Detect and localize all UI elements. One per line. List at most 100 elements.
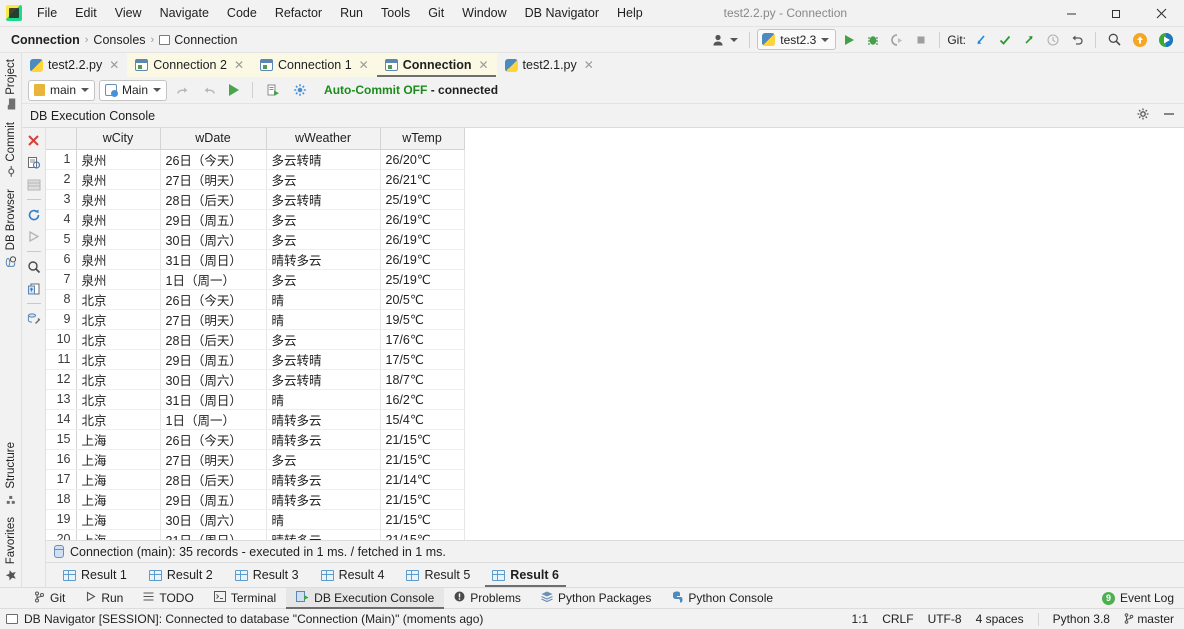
cell-wdate[interactable]: 26日（今天） bbox=[160, 149, 267, 170]
cell-wweather[interactable]: 多云 bbox=[266, 169, 381, 190]
table-row[interactable]: 16 上海 27日（明天） 多云 21/15℃ bbox=[46, 449, 465, 470]
tab-test2-2-py[interactable]: test2.2.py ✕ bbox=[22, 53, 127, 77]
table-row[interactable]: 1 泉州 26日（今天） 多云转晴 26/20℃ bbox=[46, 149, 465, 170]
cell-wweather[interactable]: 晴 bbox=[266, 309, 381, 330]
cell-wweather[interactable]: 多云 bbox=[266, 449, 381, 470]
push-icon[interactable] bbox=[1018, 29, 1040, 51]
cell-wdate[interactable]: 30日（周六） bbox=[160, 509, 267, 530]
search-everywhere-icon[interactable] bbox=[1103, 29, 1126, 51]
cell-wweather[interactable]: 晴 bbox=[266, 389, 381, 410]
line-separator[interactable]: CRLF bbox=[882, 612, 913, 626]
cell-wcity[interactable]: 泉州 bbox=[76, 169, 161, 190]
table-row[interactable]: 3 泉州 28日（后天） 多云转晴 25/19℃ bbox=[46, 189, 465, 210]
cell-wcity[interactable]: 北京 bbox=[76, 409, 161, 430]
table-row[interactable]: 11 北京 29日（周五） 多云转晴 17/5℃ bbox=[46, 349, 465, 370]
cell-wtemp[interactable]: 26/19℃ bbox=[380, 229, 465, 250]
breadcrumb-connection[interactable]: Connection bbox=[8, 33, 83, 47]
table-row[interactable]: 10 北京 28日（后天） 多云 17/6℃ bbox=[46, 329, 465, 350]
cell-wtemp[interactable]: 25/19℃ bbox=[380, 189, 465, 210]
sidebar-item-favorites[interactable]: Favorites bbox=[5, 511, 17, 587]
view-record-icon[interactable] bbox=[24, 153, 44, 172]
cell-wdate[interactable]: 31日（周日） bbox=[160, 529, 267, 540]
table-view-icon[interactable] bbox=[24, 175, 44, 194]
tab-connection[interactable]: Connection ✕ bbox=[376, 53, 497, 77]
tab-test2-1-py[interactable]: test2.1.py ✕ bbox=[497, 53, 602, 77]
session-selector[interactable]: Main bbox=[99, 79, 168, 101]
tab-close-icon[interactable]: ✕ bbox=[234, 58, 244, 72]
cell-wweather[interactable]: 多云 bbox=[266, 209, 381, 230]
cell-wtemp[interactable]: 26/19℃ bbox=[380, 209, 465, 230]
cell-wweather[interactable]: 晴转多云 bbox=[266, 489, 381, 510]
tab-close-icon[interactable]: ✕ bbox=[109, 58, 119, 72]
table-row[interactable]: 19 上海 30日（周六）晴 21/15℃ bbox=[46, 509, 465, 530]
cell-wcity[interactable]: 上海 bbox=[76, 429, 161, 450]
export-data-icon[interactable] bbox=[24, 279, 44, 298]
execute-statement-icon[interactable] bbox=[225, 79, 243, 101]
gear-icon[interactable] bbox=[1136, 107, 1150, 124]
cell-wcity[interactable]: 泉州 bbox=[76, 209, 161, 230]
tool-window-python-packages[interactable]: Python Packages bbox=[531, 588, 661, 609]
cell-wtemp[interactable]: 17/5℃ bbox=[380, 349, 465, 370]
run-icon[interactable] bbox=[838, 29, 860, 51]
cell-wweather[interactable]: 多云 bbox=[266, 229, 381, 250]
cell-wtemp[interactable]: 21/15℃ bbox=[380, 489, 465, 510]
update-project-icon[interactable] bbox=[970, 29, 992, 51]
result-tab-3[interactable]: Result 3 bbox=[224, 563, 310, 587]
cell-wdate[interactable]: 26日（今天） bbox=[160, 289, 267, 310]
python-interpreter[interactable]: Python 3.8 bbox=[1053, 612, 1110, 626]
history-icon[interactable] bbox=[1042, 29, 1064, 51]
cell-wweather[interactable]: 晴 bbox=[266, 509, 381, 530]
result-grid-scroll[interactable]: wCity wDate wWeather wTemp 1 泉州 26日（今天） 多云转… bbox=[46, 128, 1184, 540]
cell-wweather[interactable]: 多云转晴 bbox=[266, 349, 381, 370]
cell-wweather[interactable]: 晴转多云 bbox=[266, 409, 381, 430]
file-encoding[interactable]: UTF-8 bbox=[928, 612, 962, 626]
cell-wcity[interactable]: 泉州 bbox=[76, 149, 161, 170]
cell-wtemp[interactable]: 15/4℃ bbox=[380, 409, 465, 430]
cell-wdate[interactable]: 29日（周五） bbox=[160, 349, 267, 370]
cell-wdate[interactable]: 28日（后天） bbox=[160, 469, 267, 490]
cell-wdate[interactable]: 1日（周一） bbox=[160, 269, 267, 290]
cell-wcity[interactable]: 北京 bbox=[76, 389, 161, 410]
cell-wtemp[interactable]: 17/6℃ bbox=[380, 329, 465, 350]
table-row[interactable]: 13 北京 31日（周日）晴 16/2℃ bbox=[46, 389, 465, 410]
event-log-button[interactable]: 9 Event Log bbox=[1101, 591, 1184, 605]
settings-icon[interactable] bbox=[289, 79, 312, 101]
tool-window-todo[interactable]: TODO bbox=[133, 588, 203, 609]
cell-wcity[interactable]: 上海 bbox=[76, 489, 161, 510]
cell-wdate[interactable]: 29日（周五） bbox=[160, 209, 267, 230]
minimize-icon[interactable] bbox=[1162, 107, 1176, 124]
tool-window-terminal[interactable]: Terminal bbox=[204, 588, 286, 609]
cell-wweather[interactable]: 多云转晴 bbox=[266, 369, 381, 390]
status-message[interactable]: DB Navigator [SESSION]: Connected to dat… bbox=[6, 612, 483, 626]
maximize-button[interactable] bbox=[1094, 0, 1139, 27]
column-header-wweather[interactable]: wWeather bbox=[266, 128, 381, 150]
cell-wdate[interactable]: 27日（明天） bbox=[160, 169, 267, 190]
cell-wtemp[interactable]: 19/5℃ bbox=[380, 309, 465, 330]
cell-wcity[interactable]: 北京 bbox=[76, 289, 161, 310]
cell-wtemp[interactable]: 18/7℃ bbox=[380, 369, 465, 390]
cell-wdate[interactable]: 31日（周日） bbox=[160, 389, 267, 410]
cell-wdate[interactable]: 28日（后天） bbox=[160, 189, 267, 210]
cell-wtemp[interactable]: 21/15℃ bbox=[380, 429, 465, 450]
run-with-coverage-icon[interactable] bbox=[886, 29, 908, 51]
cell-wweather[interactable]: 晴转多云 bbox=[266, 429, 381, 450]
tab-close-icon[interactable]: ✕ bbox=[359, 58, 369, 72]
menu-git[interactable]: Git bbox=[419, 3, 453, 23]
settings-icon[interactable] bbox=[24, 309, 44, 328]
cell-wdate[interactable]: 29日（周五） bbox=[160, 489, 267, 510]
table-row[interactable]: 5 泉州 30日（周六） 多云 26/19℃ bbox=[46, 229, 465, 250]
cell-wdate[interactable]: 27日（明天） bbox=[160, 309, 267, 330]
tool-window-db-execution-console[interactable]: DB Execution Console bbox=[286, 587, 445, 609]
cell-wcity[interactable]: 泉州 bbox=[76, 269, 161, 290]
menu-navigate[interactable]: Navigate bbox=[151, 3, 218, 23]
tool-window-python-console[interactable]: Python Console bbox=[661, 588, 783, 609]
cell-wtemp[interactable]: 26/20℃ bbox=[380, 149, 465, 170]
table-row[interactable]: 18 上海 29日（周五） 晴转多云 21/15℃ bbox=[46, 489, 465, 510]
cell-wcity[interactable]: 北京 bbox=[76, 329, 161, 350]
cell-wcity[interactable]: 上海 bbox=[76, 469, 161, 490]
rollback-icon[interactable] bbox=[1066, 29, 1088, 51]
tab-close-icon[interactable]: ✕ bbox=[584, 58, 594, 72]
column-header-wtemp[interactable]: wTemp bbox=[380, 128, 465, 150]
column-header-wdate[interactable]: wDate bbox=[160, 128, 267, 150]
tab-close-icon[interactable]: ✕ bbox=[478, 58, 488, 72]
